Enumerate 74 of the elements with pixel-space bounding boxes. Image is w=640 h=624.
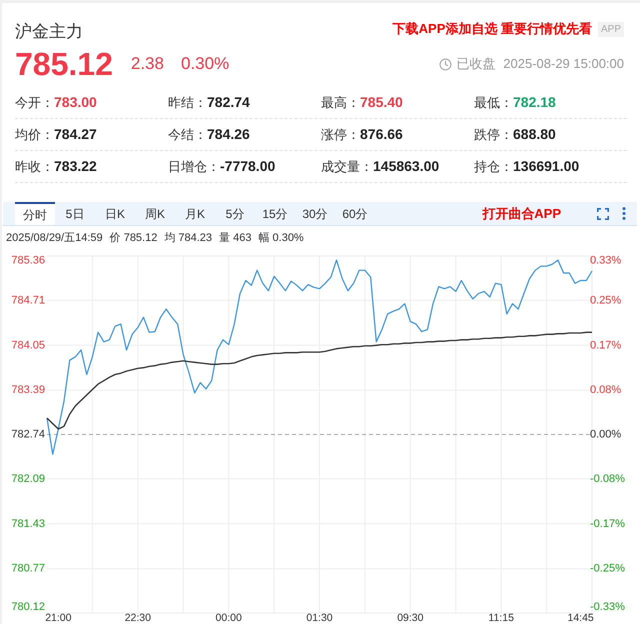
info-time: 2025/08/29/五14:59 [6, 230, 103, 246]
x-axis-label: 22:30 [124, 612, 151, 624]
y-axis-label: 784.05 [11, 339, 45, 352]
stat-value: 784.26 [207, 125, 250, 144]
info-item: 均 784.23 [164, 230, 212, 246]
stat-label: 成交量： [321, 158, 373, 176]
chart-tab[interactable]: 周K [135, 202, 175, 225]
stat-value: 136691.00 [513, 157, 580, 176]
x-axis-label: 14:45 [568, 612, 594, 624]
x-axis-label: 00:00 [216, 612, 242, 624]
y-axis-label: 780.77 [11, 562, 45, 575]
stat-value: 145863.00 [373, 157, 440, 176]
stat-value: -7778.00 [220, 157, 276, 176]
stat-value: 688.80 [513, 125, 556, 144]
y-axis-label: 785.36 [11, 254, 45, 266]
x-axis-label: 09:30 [397, 612, 424, 624]
percent-axis-label: 0.17% [590, 339, 622, 352]
percent-axis-label: 0.33% [590, 254, 622, 266]
stat-label: 最高： [321, 94, 360, 112]
stat-value: 784.27 [54, 125, 97, 144]
percent-axis-label: 0.08% [590, 384, 622, 396]
percent-axis-label: 0.25% [590, 294, 622, 306]
promo-link[interactable]: 下载APP添加自选 重要行情优先看 [392, 19, 592, 39]
y-axis-label: 781.43 [11, 518, 45, 530]
percent-axis-label: -0.33% [590, 601, 625, 613]
chart-tab[interactable]: 30分 [295, 202, 335, 225]
y-axis-label: 782.74 [11, 428, 45, 440]
stat-label: 今结： [168, 126, 207, 144]
y-axis-label: 783.39 [11, 384, 45, 396]
last-price: 785.12 [15, 48, 113, 80]
y-axis-label: 782.09 [11, 472, 45, 485]
chart-tab[interactable]: 5分 [215, 202, 255, 225]
info-item: 量 463 [219, 230, 252, 246]
stat-label: 昨结： [168, 94, 207, 112]
percent-axis-label: -0.25% [590, 562, 625, 575]
percent-axis-label: -0.08% [590, 472, 625, 485]
price-change: 2.38 [130, 53, 164, 76]
chart-tab[interactable]: 15分 [255, 202, 295, 225]
x-axis-label: 21:00 [45, 612, 72, 624]
stat-value: 785.40 [360, 93, 403, 112]
stat-value: 782.74 [207, 93, 250, 112]
y-axis-label: 784.71 [11, 294, 45, 306]
percent-axis-label: 0.00% [590, 428, 622, 440]
clock-icon [439, 58, 452, 70]
stat-label: 日增仓： [168, 158, 220, 176]
stat-value: 783.22 [54, 157, 97, 176]
chart-tab[interactable]: 日K [95, 202, 135, 225]
stat-value: 876.66 [360, 125, 403, 144]
open-app-link[interactable]: 打开曲合APP [482, 204, 561, 224]
instrument-title: 沪金主力 [15, 21, 83, 44]
x-axis-label: 01:30 [306, 612, 333, 624]
stat-value: 782.18 [513, 93, 556, 112]
stat-label: 涨停： [321, 126, 360, 144]
more-icon[interactable] [622, 207, 626, 220]
info-item: 价 785.12 [110, 230, 158, 246]
stat-label: 今开： [15, 94, 54, 112]
chart-tab[interactable]: 5日 [55, 202, 95, 225]
fullscreen-icon[interactable] [597, 208, 609, 220]
stat-label: 跌停： [474, 126, 513, 144]
y-axis-label: 780.12 [11, 601, 45, 613]
stat-value: 783.00 [54, 93, 97, 112]
info-item: 幅 0.30% [258, 230, 304, 246]
chart-tab[interactable]: 月K [175, 202, 215, 225]
percent-axis-label: -0.17% [590, 518, 625, 530]
percent-change: 0.30% [180, 53, 230, 76]
stat-label: 最低： [474, 94, 513, 112]
stat-label: 持仓： [474, 158, 513, 176]
stat-label: 昨收： [15, 158, 54, 176]
chart-tab[interactable]: 60分 [335, 202, 375, 225]
market-status: 已收盘 [456, 55, 496, 74]
x-axis-label: 11:15 [488, 612, 514, 624]
chart-tab[interactable]: 分时 [15, 202, 55, 225]
timestamp: 2025-08-29 15:00:00 [503, 55, 624, 74]
stat-label: 均价： [15, 126, 54, 144]
